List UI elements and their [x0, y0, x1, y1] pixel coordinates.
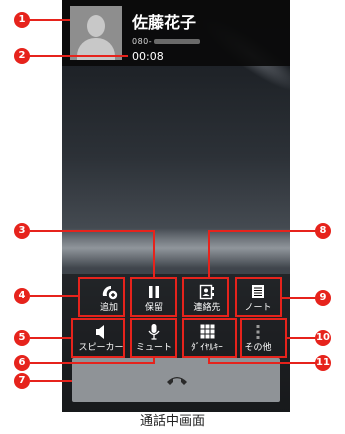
leader-line-1 — [28, 19, 70, 21]
callout-2: 2 — [14, 48, 30, 64]
avatar-head — [87, 15, 105, 37]
leader-line-8-drop — [208, 230, 210, 277]
callout-8: 8 — [315, 223, 331, 239]
highlight-dialpad — [182, 318, 237, 358]
highlight-more — [240, 318, 287, 358]
caller-avatar — [70, 6, 122, 60]
highlight-note — [235, 277, 282, 317]
number-redacted — [154, 39, 201, 44]
highlight-add-call — [78, 277, 125, 317]
highlight-hold — [130, 277, 177, 317]
leader-line-9 — [282, 297, 316, 299]
callout-5: 5 — [14, 330, 30, 346]
callout-6: 6 — [14, 355, 30, 371]
leader-line-10 — [287, 337, 316, 339]
leader-line-11 — [208, 362, 316, 364]
leader-line-3 — [30, 230, 154, 232]
call-timer: 00:08 — [132, 50, 164, 63]
caller-number-prefix: 080- — [132, 37, 153, 46]
leader-line-3-drop — [153, 230, 155, 277]
callout-7: 7 — [14, 373, 30, 389]
highlight-mute — [130, 318, 177, 358]
leader-line-6 — [30, 362, 155, 364]
callout-4: 4 — [14, 288, 30, 304]
callout-3: 3 — [14, 223, 30, 239]
callout-11: 11 — [315, 355, 331, 371]
caller-number: 080- — [132, 37, 201, 46]
leader-line-7 — [30, 380, 72, 382]
leader-line-5 — [30, 337, 71, 339]
leader-line-8 — [208, 230, 316, 232]
leader-line-4 — [30, 295, 78, 297]
highlight-contacts — [182, 277, 229, 317]
caller-name: 佐藤花子 — [132, 13, 197, 32]
callout-9: 9 — [315, 290, 331, 306]
figure-caption: 通話中画面 — [139, 414, 205, 429]
callout-10: 10 — [315, 330, 331, 346]
leader-line-2 — [28, 55, 128, 57]
end-call-button[interactable] — [72, 358, 280, 402]
background-horizon — [62, 228, 290, 268]
callout-1: 1 — [14, 12, 30, 28]
end-call-icon — [166, 372, 188, 386]
highlight-speaker — [71, 318, 125, 358]
